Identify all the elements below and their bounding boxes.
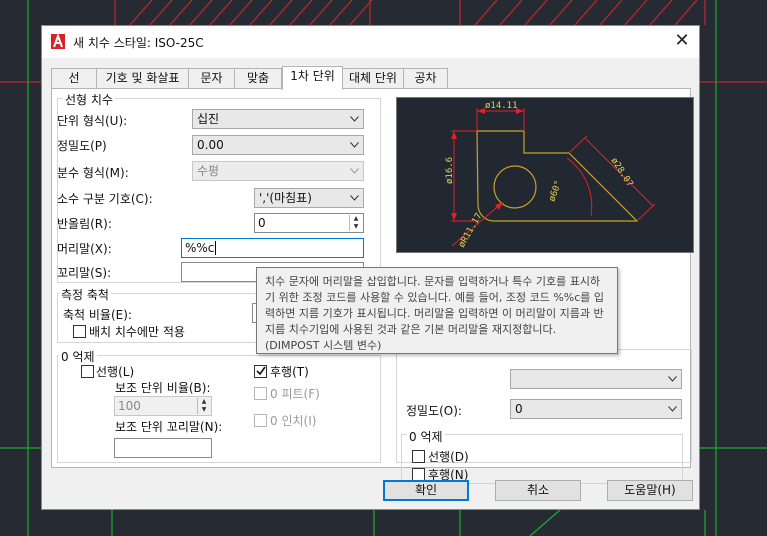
trailing-zero-label: 후행(T) [270, 365, 309, 379]
tab-symbols-arrows[interactable]: 기호 및 화살표 [96, 68, 189, 89]
fraction-format-select: 수평 [192, 161, 364, 181]
zero-inches-label: 0 인치(I) [270, 414, 317, 428]
decimal-separator-value: ','(마침표) [259, 191, 312, 205]
text-cursor [215, 241, 217, 255]
dim-right-text: ø28.07 [608, 156, 634, 189]
linear-group-label: 선형 치수 [63, 91, 115, 108]
cancel-button[interactable]: 취소 [495, 480, 581, 501]
leading-zero-checkbox[interactable] [81, 365, 94, 378]
title-bar[interactable]: 새 치수 스타일: ISO-25C ✕ [42, 26, 699, 58]
dimension-preview: ø14.11 ø16.6 ø28.07 ø60° øR11.17 [396, 97, 694, 253]
zero-suppression-label: 0 억제 [59, 348, 97, 365]
chevron-down-icon [350, 116, 359, 122]
sub-unit-factor-spinner: ▲ ▼ [197, 398, 210, 414]
precision-select[interactable]: 0.00 [192, 135, 364, 155]
checkmark-icon [256, 366, 266, 376]
scale-factor-label: 축척 비율(E): [63, 308, 132, 322]
roundoff-value: 0 [258, 216, 266, 230]
angular-precision-value: 0 [515, 402, 523, 416]
tab-fit[interactable]: 맞춤 [234, 68, 282, 89]
help-button[interactable]: 도움말(H) [607, 480, 693, 501]
suffix-label: 꼬리말(S): [57, 266, 112, 280]
autocad-logo-icon [51, 34, 65, 49]
prefix-label: 머리말(X): [57, 242, 112, 256]
dim-radius-text: øR11.17 [457, 212, 485, 250]
angular-precision-select[interactable]: 0 [510, 399, 682, 419]
precision-value: 0.00 [197, 138, 224, 152]
chevron-down-icon [668, 376, 677, 382]
dim-angle-text: ø60° [547, 179, 564, 203]
zero-inches-checkbox [254, 414, 267, 427]
sub-unit-factor-label: 보조 단위 비율(B): [115, 381, 211, 395]
angular-precision-label: 정밀도(O): [406, 404, 462, 418]
tab-alternate-units[interactable]: 대체 단위 [342, 68, 404, 89]
spin-up-icon[interactable]: ▲ [350, 215, 362, 223]
zero-feet-label: 0 피트(F) [270, 387, 320, 401]
angular-units-select[interactable] [510, 369, 682, 389]
close-icon[interactable]: ✕ [671, 31, 693, 53]
layout-only-label: 배치 치수에만 적용 [89, 325, 185, 339]
prefix-input[interactable]: %%c [181, 238, 364, 258]
trailing-zero-checkbox[interactable] [254, 365, 267, 378]
dim-top-text: ø14.11 [485, 101, 518, 111]
layout-only-checkbox[interactable] [73, 325, 86, 338]
spin-down-icon: ▼ [201, 406, 207, 413]
tab-primary-units[interactable]: 1차 단위 [282, 66, 343, 90]
roundoff-input[interactable]: 0 ▲ ▼ [254, 213, 364, 233]
dim-left-text: ø16.6 [445, 157, 455, 184]
decimal-separator-select[interactable]: ','(마침표) [254, 188, 364, 208]
zero-feet-checkbox [254, 387, 267, 400]
leading-zero-label: 선행(L) [96, 365, 135, 379]
angular-leading-label: 선행(D) [428, 450, 469, 464]
tab-text[interactable]: 문자 [188, 68, 235, 89]
fraction-format-label: 분수 형식(M): [57, 166, 129, 180]
precision-label: 정밀도(P) [57, 139, 107, 153]
chevron-down-icon [668, 406, 677, 412]
ok-button[interactable]: 확인 [383, 480, 469, 501]
sub-unit-suffix-input[interactable] [114, 438, 212, 458]
dialog-title: 새 치수 스타일: ISO-25C [73, 36, 204, 50]
unit-format-select[interactable]: 십진 [192, 109, 364, 129]
unit-format-value: 십진 [197, 112, 220, 126]
spin-down-icon[interactable]: ▼ [350, 223, 362, 231]
prefix-value: %%c [185, 241, 215, 255]
tab-tolerances[interactable]: 공차 [403, 68, 448, 89]
sub-unit-suffix-label: 보조 단위 꼬리말(N): [115, 420, 223, 434]
roundoff-spinner[interactable]: ▲ ▼ [349, 215, 362, 231]
decimal-separator-label: 소수 구분 기호(C): [57, 192, 153, 206]
spin-up-icon: ▲ [201, 398, 207, 405]
angular-leading-checkbox[interactable] [412, 450, 425, 463]
sub-unit-factor-value: 100 [118, 399, 141, 413]
roundoff-label: 반올림(R): [57, 217, 112, 231]
preview-drawing: ø14.11 ø16.6 ø28.07 ø60° øR11.17 [445, 101, 656, 250]
angular-zero-label: 0 억제 [407, 428, 445, 445]
prefix-tooltip: 치수 문자에 머리말을 삽입합니다. 문자를 입력하거나 특수 기호를 표시하기… [256, 267, 618, 354]
chevron-down-icon [350, 168, 359, 174]
sub-unit-factor-input: 100 ▲ ▼ [114, 396, 212, 416]
scale-group-label: 측정 축척 [59, 286, 111, 303]
chevron-down-icon [350, 142, 359, 148]
tab-lines[interactable]: 선 [51, 68, 97, 89]
chevron-down-icon [350, 195, 359, 201]
fraction-format-value: 수평 [197, 164, 220, 178]
unit-format-label: 단위 형식(U): [57, 114, 128, 128]
